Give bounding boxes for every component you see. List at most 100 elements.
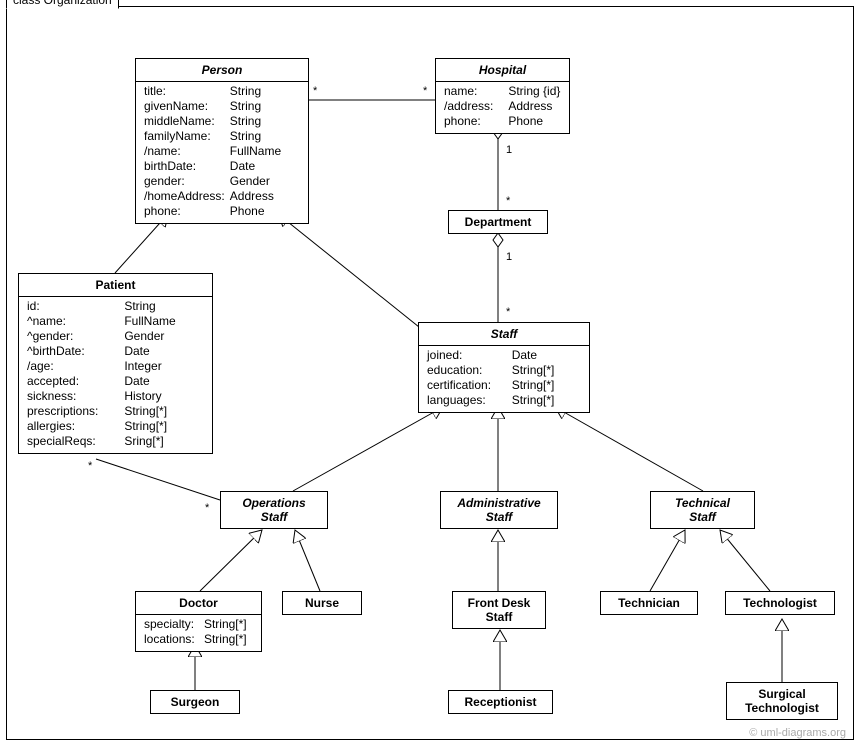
attr-name: gender: <box>144 174 230 189</box>
attr-row: /age:Integer <box>27 359 204 374</box>
attr-row: ^name:FullName <box>27 314 204 329</box>
attr-type: FullName <box>124 314 204 329</box>
attr-name: certification: <box>427 378 512 393</box>
attr-type: String[*] <box>124 419 204 434</box>
attr-name: familyName: <box>144 129 230 144</box>
class-patient: Patient id:String^name:FullName^gender:G… <box>18 273 213 454</box>
frame-label: class Organization <box>6 0 119 9</box>
class-attrs: name:String {id}/address:Addressphone:Ph… <box>436 82 569 133</box>
class-administrative-staff: Administrative Staff <box>440 491 558 529</box>
class-title: Department <box>449 211 547 233</box>
mult-hospital-dept-star: * <box>506 195 510 207</box>
attr-type: Sring[*] <box>124 434 204 449</box>
attr-name: /homeAddress: <box>144 189 230 204</box>
attr-name: specialty: <box>144 617 204 632</box>
attr-name: id: <box>27 299 124 314</box>
attr-name: sickness: <box>27 389 124 404</box>
attr-type: String[*] <box>512 363 581 378</box>
attr-row: certification:String[*] <box>427 378 581 393</box>
attr-type: Gender <box>124 329 204 344</box>
attr-type: String {id} <box>508 84 561 99</box>
class-technician: Technician <box>600 591 698 615</box>
attr-row: locations:String[*] <box>144 632 253 647</box>
attr-type: String[*] <box>124 404 204 419</box>
class-title: Technical Staff <box>651 492 754 528</box>
class-attrs: specialty:String[*]locations:String[*] <box>136 615 261 651</box>
mult-person-side: * <box>313 85 317 97</box>
attr-row: languages:String[*] <box>427 393 581 408</box>
attr-row: id:String <box>27 299 204 314</box>
mult-dept-staff-star: * <box>506 306 510 318</box>
attr-type: Date <box>124 374 204 389</box>
attr-type: String <box>230 129 300 144</box>
mult-hospital-dept-1: 1 <box>506 144 512 156</box>
attr-name: ^birthDate: <box>27 344 124 359</box>
class-hospital: Hospital name:String {id}/address:Addres… <box>435 58 570 134</box>
attr-row: givenName:String <box>144 99 300 114</box>
attr-type: Date <box>124 344 204 359</box>
attr-name: givenName: <box>144 99 230 114</box>
attr-row: phone:Phone <box>444 114 561 129</box>
attr-type: Date <box>512 348 581 363</box>
class-title: Technologist <box>726 592 834 614</box>
attr-name: /name: <box>144 144 230 159</box>
class-title: Operations Staff <box>221 492 327 528</box>
attr-type: String[*] <box>512 378 581 393</box>
attr-row: name:String {id} <box>444 84 561 99</box>
attr-name: phone: <box>444 114 508 129</box>
attr-type: String[*] <box>204 632 253 647</box>
attr-type: String <box>230 84 300 99</box>
mult-dept-staff-1: 1 <box>506 251 512 263</box>
attr-row: allergies:String[*] <box>27 419 204 434</box>
attr-type: String <box>230 99 300 114</box>
class-operations-staff: Operations Staff <box>220 491 328 529</box>
class-title: Surgeon <box>151 691 239 713</box>
attr-name: phone: <box>144 204 230 219</box>
attr-name: /address: <box>444 99 508 114</box>
mult-hospital-side: * <box>423 85 427 97</box>
attr-row: /homeAddress:Address <box>144 189 300 204</box>
attr-row: /address:Address <box>444 99 561 114</box>
attr-row: ^gender:Gender <box>27 329 204 344</box>
mult-ops-side: * <box>205 502 209 514</box>
class-attrs: title:StringgivenName:StringmiddleName:S… <box>136 82 308 223</box>
class-title: Staff <box>419 323 589 346</box>
attr-type: Address <box>508 99 561 114</box>
class-title: Surgical Technologist <box>727 683 837 719</box>
class-technical-staff: Technical Staff <box>650 491 755 529</box>
class-attrs: joined:Dateeducation:String[*]certificat… <box>419 346 589 412</box>
attr-row: accepted:Date <box>27 374 204 389</box>
attr-type: String[*] <box>512 393 581 408</box>
attr-name: ^name: <box>27 314 124 329</box>
attr-name: title: <box>144 84 230 99</box>
attr-row: title:String <box>144 84 300 99</box>
class-staff: Staff joined:Dateeducation:String[*]cert… <box>418 322 590 413</box>
attr-name: allergies: <box>27 419 124 434</box>
class-department: Department <box>448 210 548 234</box>
attr-name: locations: <box>144 632 204 647</box>
attr-type: Address <box>230 189 300 204</box>
attr-name: ^gender: <box>27 329 124 344</box>
attr-row: education:String[*] <box>427 363 581 378</box>
attr-name: specialReqs: <box>27 434 124 449</box>
class-title: Patient <box>19 274 212 297</box>
class-person: Person title:StringgivenName:Stringmiddl… <box>135 58 309 224</box>
attr-name: languages: <box>427 393 512 408</box>
attr-row: sickness:History <box>27 389 204 404</box>
attr-name: education: <box>427 363 512 378</box>
attr-type: Integer <box>124 359 204 374</box>
attr-type: Phone <box>230 204 300 219</box>
watermark: © uml-diagrams.org <box>749 727 846 739</box>
attr-type: Date <box>230 159 300 174</box>
class-title: Doctor <box>136 592 261 615</box>
class-title: Administrative Staff <box>441 492 557 528</box>
attr-row: birthDate:Date <box>144 159 300 174</box>
attr-type: String <box>124 299 204 314</box>
attr-name: birthDate: <box>144 159 230 174</box>
class-front-desk-staff: Front Desk Staff <box>452 591 546 629</box>
attr-type: String[*] <box>204 617 253 632</box>
attr-name: prescriptions: <box>27 404 124 419</box>
mult-patient-side: * <box>88 460 92 472</box>
attr-type: String <box>230 114 300 129</box>
attr-type: FullName <box>230 144 300 159</box>
